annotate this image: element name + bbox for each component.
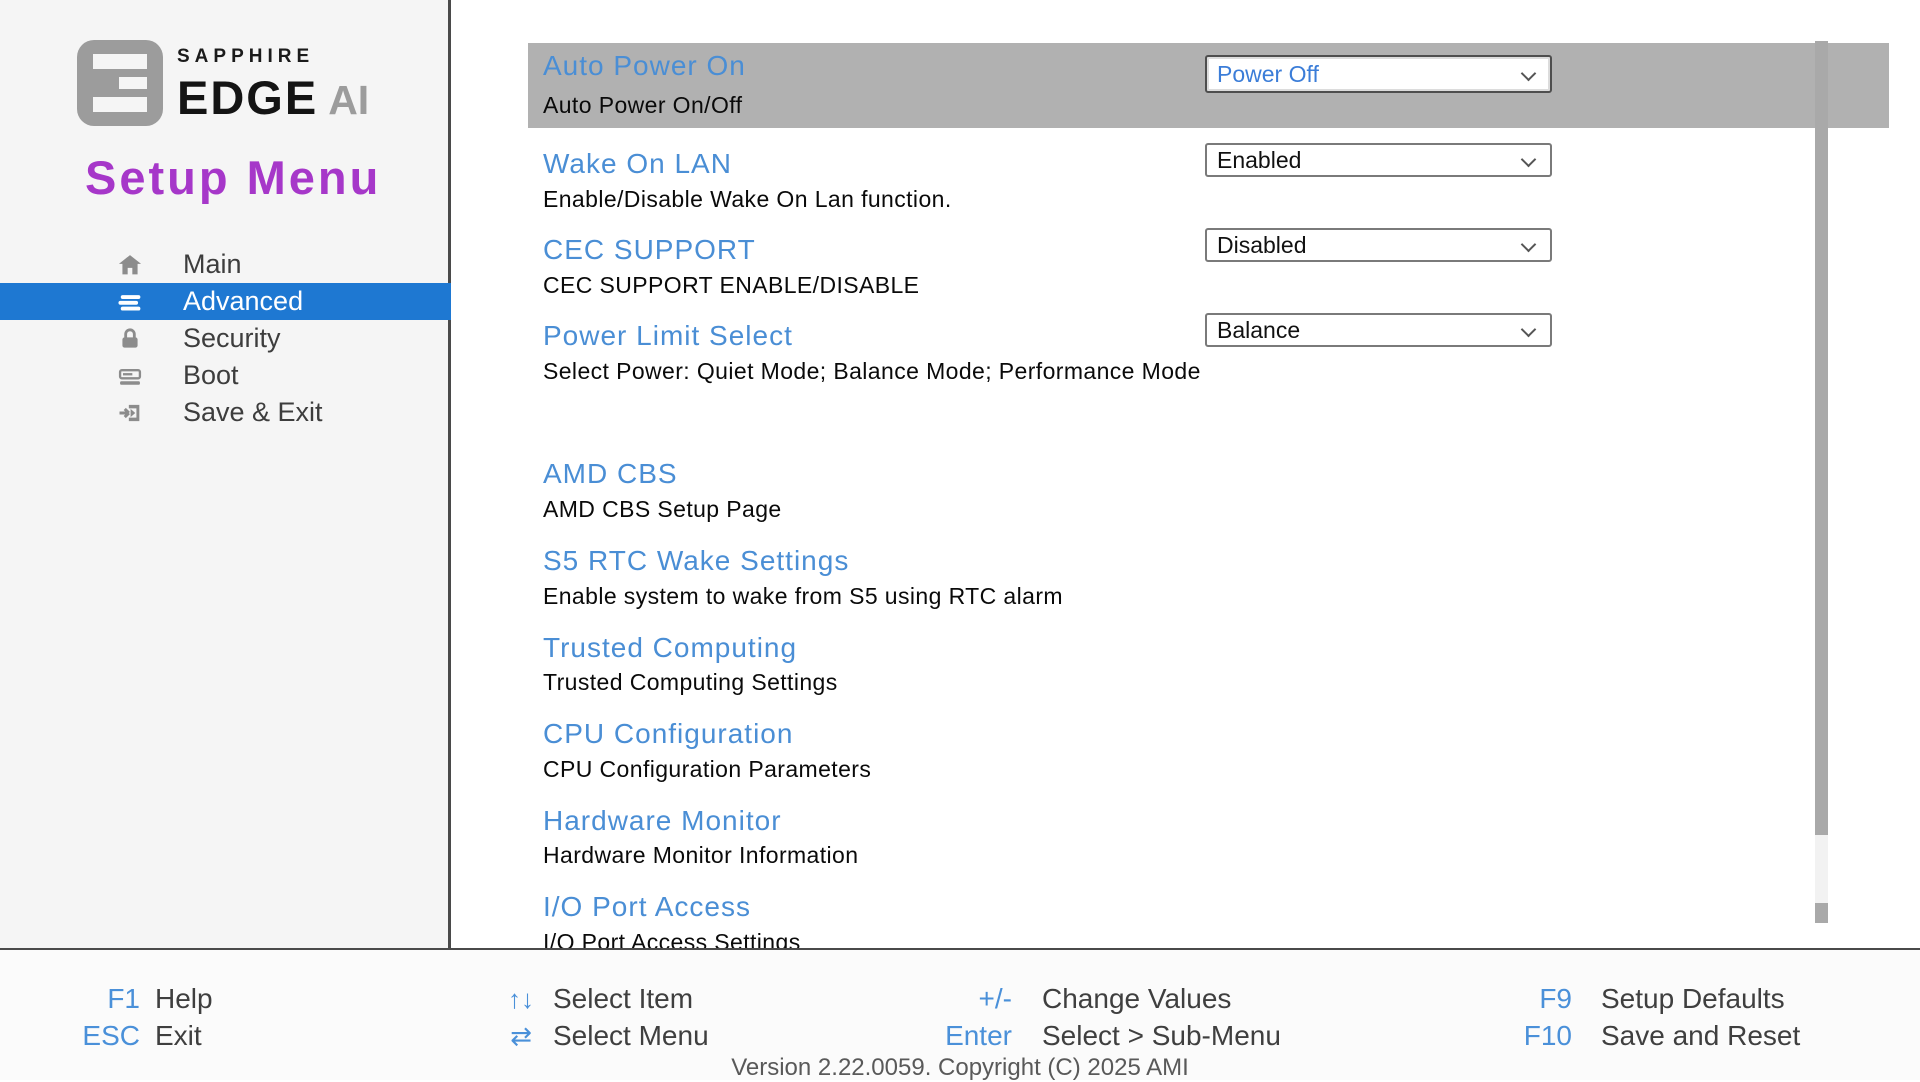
brand-sapphire: SAPPHIRE: [177, 46, 369, 68]
submenu-s5-rtc-desc: Enable system to wake from S5 using RTC …: [543, 583, 1063, 610]
submenu-hardware-monitor-desc: Hardware Monitor Information: [543, 842, 858, 869]
hotkey-help-bar: F1 Help ESC Exit ↑↓ Select Item ⇄ Select…: [0, 948, 1920, 1080]
hint-change-values: Change Values: [1042, 982, 1231, 1016]
submenu-amd-cbs-desc: AMD CBS Setup Page: [543, 496, 782, 523]
submenu-trusted-computing[interactable]: Trusted Computing: [543, 632, 797, 664]
key-f1: F1: [80, 982, 140, 1016]
sidebar-item-save-exit[interactable]: Save & Exit: [0, 394, 451, 431]
brand-edge: EDGE: [177, 70, 318, 125]
setup-menu-title: Setup Menu: [85, 150, 381, 205]
sapphire-logo-icon: [77, 40, 163, 131]
chevron-down-icon: [1521, 152, 1537, 168]
auto-power-on-value: Power Off: [1217, 61, 1319, 88]
key-esc: ESC: [80, 1019, 140, 1053]
wake-on-lan-value: Enabled: [1217, 147, 1301, 174]
hint-select-submenu: Select > Sub-Menu: [1042, 1019, 1281, 1053]
submenu-trusted-computing-desc: Trusted Computing Settings: [543, 669, 838, 696]
scrollbar-end-cap: [1815, 903, 1828, 923]
sidebar-item-advanced[interactable]: Advanced: [0, 283, 451, 320]
bios-version-text: Version 2.22.0059. Copyright (C) 2025 AM…: [0, 1054, 1920, 1082]
chevron-down-icon: [1521, 322, 1537, 338]
setting-auto-power-on-desc: Auto Power On/Off: [543, 92, 742, 119]
submenu-amd-cbs[interactable]: AMD CBS: [543, 458, 678, 490]
key-enter: Enter: [920, 1019, 1012, 1053]
lock-icon: [113, 326, 147, 352]
key-f9: F9: [1495, 982, 1572, 1016]
layers-icon: [113, 288, 147, 316]
wake-on-lan-select[interactable]: Enabled: [1205, 143, 1552, 177]
sidebar-menu: Main Advanced Security: [0, 246, 451, 431]
chevron-down-icon: [1521, 237, 1537, 253]
key-plus-minus: +/-: [920, 982, 1012, 1016]
key-f10: F10: [1495, 1019, 1572, 1053]
sidebar-item-label: Main: [183, 249, 242, 280]
submenu-cpu-configuration[interactable]: CPU Configuration: [543, 718, 793, 750]
left-right-arrows-icon: ⇄: [498, 1019, 544, 1053]
drive-icon: [113, 362, 147, 390]
setting-wake-on-lan-desc: Enable/Disable Wake On Lan function.: [543, 186, 952, 213]
home-icon: [113, 251, 147, 279]
scrollbar-thumb[interactable]: [1815, 41, 1828, 835]
sidebar-item-security[interactable]: Security: [0, 320, 451, 357]
exit-icon: [113, 399, 147, 427]
setting-wake-on-lan[interactable]: Wake On LAN: [543, 148, 732, 180]
power-limit-select[interactable]: Balance: [1205, 313, 1552, 347]
sidebar-item-main[interactable]: Main: [0, 246, 451, 283]
setting-power-limit-desc: Select Power: Quiet Mode; Balance Mode; …: [543, 358, 1201, 385]
submenu-hardware-monitor[interactable]: Hardware Monitor: [543, 805, 782, 837]
hint-select-item: Select Item: [553, 982, 693, 1016]
hint-help: Help: [155, 982, 213, 1016]
sidebar: SAPPHIRE EDGE AI Setup Menu Main Advance: [0, 0, 451, 948]
hint-exit: Exit: [155, 1019, 202, 1053]
hint-save-and-reset: Save and Reset: [1601, 1019, 1800, 1053]
setting-auto-power-on[interactable]: Auto Power On: [543, 50, 746, 82]
up-down-arrows-icon: ↑↓: [498, 982, 544, 1016]
cec-support-value: Disabled: [1217, 232, 1307, 259]
power-limit-value: Balance: [1217, 317, 1300, 344]
sidebar-item-label: Boot: [183, 360, 239, 391]
submenu-cpu-configuration-desc: CPU Configuration Parameters: [543, 756, 871, 783]
sidebar-item-label: Advanced: [183, 286, 303, 317]
cec-support-select[interactable]: Disabled: [1205, 228, 1552, 262]
auto-power-on-select[interactable]: Power Off: [1205, 55, 1552, 93]
hint-setup-defaults: Setup Defaults: [1601, 982, 1785, 1016]
sidebar-item-label: Save & Exit: [183, 397, 323, 428]
settings-panel: Auto Power On Auto Power On/Off Power Of…: [454, 0, 1920, 948]
submenu-io-port-access-desc: I/O Port Access Settings: [543, 929, 801, 948]
brand-ai: AI: [328, 77, 369, 124]
sidebar-item-label: Security: [183, 323, 281, 354]
scrollbar[interactable]: [1815, 41, 1828, 923]
chevron-down-icon: [1521, 66, 1537, 82]
setting-cec-support[interactable]: CEC SUPPORT: [543, 234, 756, 266]
sidebar-item-boot[interactable]: Boot: [0, 357, 451, 394]
sapphire-edge-logo: SAPPHIRE EDGE AI: [77, 40, 369, 131]
setting-power-limit[interactable]: Power Limit Select: [543, 320, 793, 352]
submenu-io-port-access[interactable]: I/O Port Access: [543, 891, 751, 923]
hint-select-menu: Select Menu: [553, 1019, 709, 1053]
setting-cec-support-desc: CEC SUPPORT ENABLE/DISABLE: [543, 272, 919, 299]
submenu-s5-rtc[interactable]: S5 RTC Wake Settings: [543, 545, 849, 577]
